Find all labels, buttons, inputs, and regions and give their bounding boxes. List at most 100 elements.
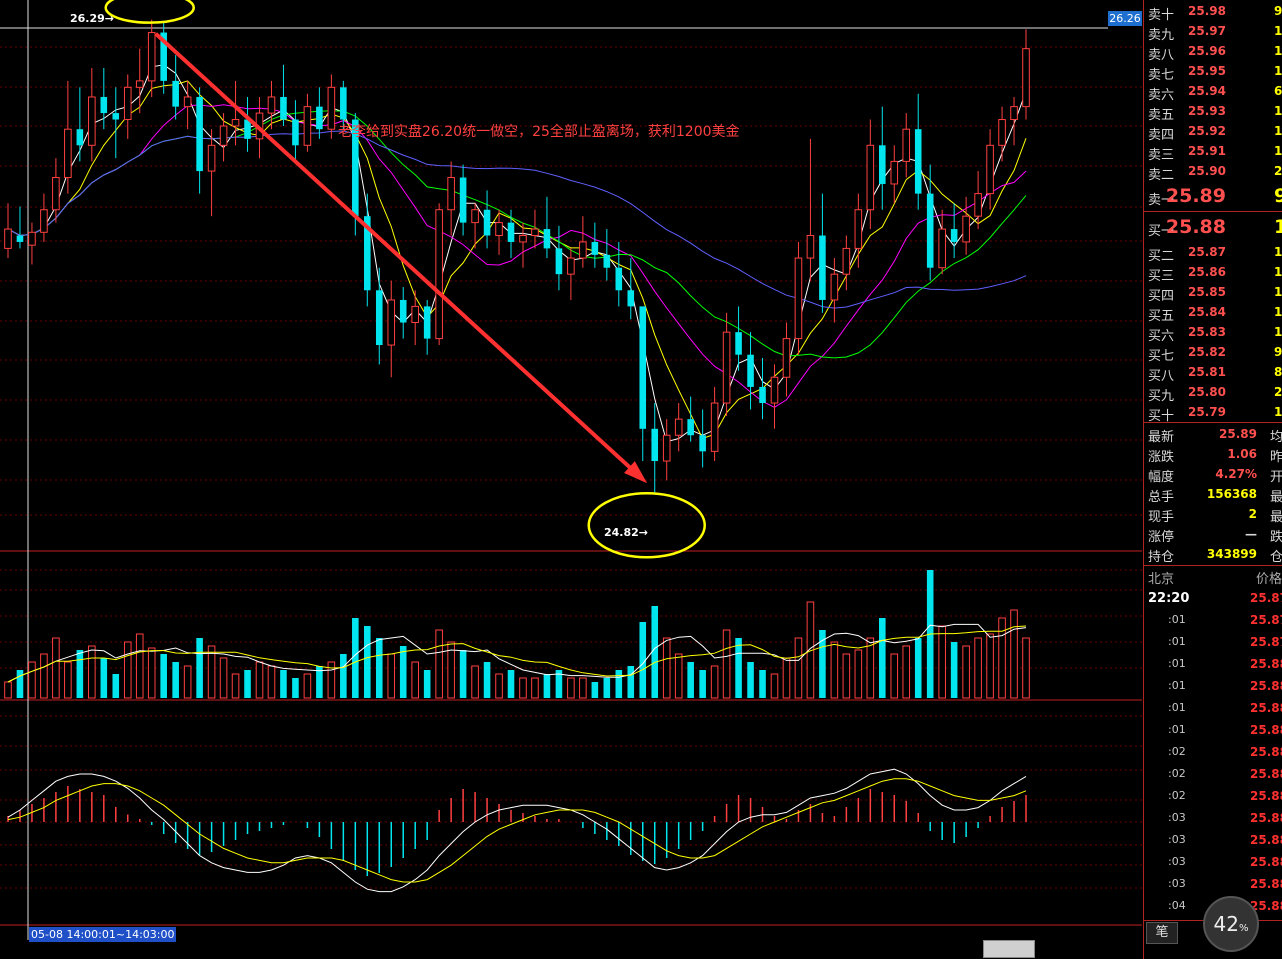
- volume-bar-down: [699, 670, 706, 698]
- volume-bar-down: [914, 638, 922, 698]
- quote-volume: 11: [1274, 24, 1282, 38]
- tick-row: 22:20 25.87: [1144, 588, 1282, 610]
- tick-row: :01 25.88: [1144, 676, 1282, 698]
- stat-extra-label: 最: [1270, 510, 1282, 525]
- quote-row: 卖四 25.92 13: [1144, 122, 1282, 143]
- volume-bar-up: [64, 661, 72, 699]
- stat-value: 343899: [1206, 547, 1257, 561]
- candle-body-down: [459, 177, 467, 223]
- volume-bar-up: [662, 637, 671, 699]
- quote-row: 卖二 25.90 20: [1144, 162, 1282, 183]
- tick-time: :03: [1168, 811, 1186, 824]
- volume-bar-up: [135, 633, 144, 699]
- candle-body-up: [567, 257, 575, 275]
- percent-value: 42: [1213, 912, 1239, 936]
- percent-widget[interactable]: 42%: [1203, 896, 1259, 952]
- volume-bar-up: [88, 645, 96, 699]
- stat-label: 最新: [1148, 430, 1175, 445]
- stat-label: 涨跌: [1148, 450, 1175, 465]
- quote-volume: 9: [1274, 185, 1282, 207]
- quote-price: 25.97: [1188, 24, 1226, 38]
- volume-bar-down: [591, 682, 599, 698]
- quote-label: 买九: [1148, 389, 1175, 404]
- stat-extra-label: 最: [1270, 490, 1282, 505]
- scroll-handle[interactable]: [983, 940, 1035, 958]
- quote-label: 卖四: [1148, 128, 1175, 143]
- candle-body-down: [926, 193, 934, 268]
- quote-label: 买六: [1148, 329, 1175, 344]
- candle-body-up: [579, 241, 587, 259]
- candle-body-up: [183, 96, 192, 108]
- volume-bar-up: [4, 681, 12, 699]
- stat-extra-label: 开: [1270, 470, 1282, 485]
- quote-price: 25.93: [1188, 104, 1226, 118]
- volume-bar-down: [615, 670, 623, 698]
- kline-chart-svg[interactable]: [0, 0, 1142, 959]
- tick-price: 25.88: [1250, 723, 1282, 737]
- candle-body-up: [327, 86, 336, 130]
- trade-annotation: 老李给到实盘26.20统一做空，25全部止盈离场，获利1200美金: [338, 124, 740, 140]
- volume-bar-up: [710, 665, 719, 699]
- quote-row: 卖六 25.94 6: [1144, 82, 1282, 103]
- tick-time: :01: [1168, 613, 1186, 626]
- quote-price: 25.84: [1188, 305, 1226, 319]
- quote-label: 卖八: [1148, 48, 1175, 63]
- volume-bar-down: [172, 662, 179, 698]
- quote-price: 25.86: [1188, 265, 1226, 279]
- volume-bar-up: [495, 673, 503, 699]
- quote-volume: 12: [1274, 305, 1282, 319]
- candle-body-up: [52, 177, 60, 211]
- candle-body-up: [64, 128, 72, 179]
- volume-bar-up: [219, 657, 228, 699]
- volume-bar-up: [830, 641, 839, 699]
- stat-value: 4.27%: [1215, 467, 1257, 481]
- kline-chart-area[interactable]: 老李给到实盘26.20统一做空，25全部止盈离场，获利1200美金 26.29→…: [0, 0, 1142, 959]
- quote-volume: 10: [1274, 44, 1282, 58]
- volume-bar-down: [950, 642, 958, 698]
- quote-price: 25.80: [1188, 385, 1226, 399]
- volume-bar-up: [40, 653, 48, 699]
- volume-bar-down: [100, 658, 108, 698]
- tick-time: :02: [1168, 745, 1186, 758]
- ticks-header-right: 价格: [1256, 572, 1282, 587]
- volume-bar-up: [782, 657, 791, 699]
- quote-volume: 20: [1274, 164, 1282, 178]
- volume-bar-down: [375, 638, 383, 698]
- stat-row: 现手 2 最: [1144, 504, 1282, 525]
- tick-row: :02 25.88: [1144, 742, 1282, 764]
- ticks-header-left: 北京: [1148, 572, 1175, 587]
- tab-bi[interactable]: 笔: [1146, 922, 1178, 944]
- candle-body-down: [591, 241, 599, 255]
- candle-body-up: [411, 305, 419, 323]
- quote-label: 卖七: [1148, 68, 1175, 83]
- candle-body-down: [483, 209, 491, 236]
- bid-stats-divider: [1144, 422, 1282, 423]
- candle-body-up: [806, 235, 815, 259]
- quote-volume: 13: [1274, 285, 1282, 299]
- volume-bar-up: [255, 661, 264, 699]
- tick-price: 25.88: [1250, 833, 1282, 847]
- candle-body-up: [998, 119, 1006, 146]
- volume-bar-up: [674, 653, 683, 699]
- quote-price: 25.83: [1188, 325, 1226, 339]
- quote-volume: 24: [1274, 385, 1282, 399]
- candle-body-up: [1010, 106, 1018, 121]
- candle-body-up: [231, 119, 240, 127]
- stat-row: 幅度 4.27% 开: [1144, 464, 1282, 485]
- macd-dif-line: [7, 768, 1027, 893]
- quote-label: 买三: [1148, 269, 1175, 284]
- candle-body-down: [196, 96, 203, 172]
- tick-time: :01: [1168, 635, 1186, 648]
- tick-row: :03 25.88: [1144, 808, 1282, 830]
- quote-row: 卖九 25.97 11: [1144, 22, 1282, 43]
- quote-label: 卖十: [1148, 8, 1175, 23]
- quote-row: 卖三 25.91 10: [1144, 142, 1282, 163]
- stat-value: —: [1245, 527, 1257, 541]
- quote-price: 25.95: [1188, 64, 1226, 78]
- candle-body-down: [687, 419, 694, 436]
- volume-bar-down: [423, 670, 431, 698]
- quote-price: 25.85: [1188, 285, 1226, 299]
- tick-price: 25.88: [1250, 811, 1282, 825]
- volume-bar-up: [794, 637, 803, 699]
- stat-value: 25.89: [1219, 427, 1257, 441]
